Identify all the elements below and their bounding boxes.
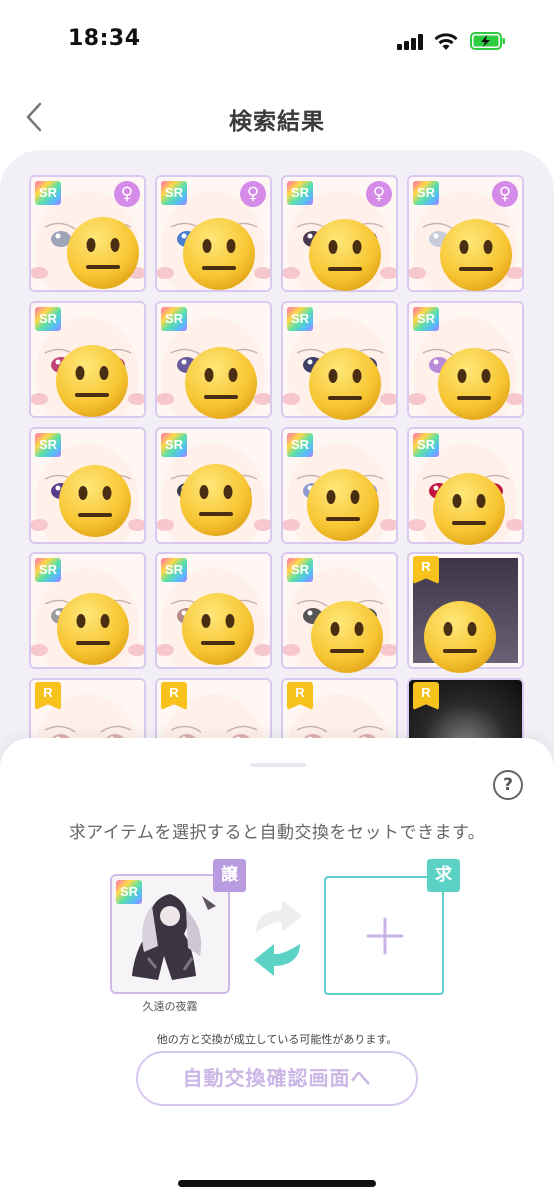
result-card[interactable]: SR [29, 427, 146, 544]
female-icon: ♀ [114, 181, 140, 207]
header: 検索結果 [0, 88, 554, 150]
rarity-badge: SR [413, 181, 439, 205]
page-title: 検索結果 [229, 109, 325, 135]
result-card[interactable]: SR [281, 552, 398, 669]
result-card[interactable]: SR ♀ [29, 175, 146, 292]
result-card[interactable]: SR [155, 427, 272, 544]
results-grid[interactable]: SR ♀ SR ♀ SR ♀ SR ♀ SR SR SR SR SR SR SR… [0, 150, 554, 770]
rarity-badge: SR [35, 433, 61, 457]
result-card[interactable]: R [407, 552, 524, 669]
notice-text: 他の方と交換が成立している可能性があります。 [156, 1033, 398, 1046]
female-icon: ♀ [492, 181, 518, 207]
rarity-badge: SR [161, 433, 187, 457]
rarity-badge: SR [287, 181, 313, 205]
result-card[interactable]: SR [155, 552, 272, 669]
battery-icon [470, 32, 505, 50]
wifi-icon [434, 33, 458, 50]
status-bar: 18:34 [0, 0, 554, 88]
rarity-badge: SR [287, 307, 313, 331]
result-card[interactable]: SR [281, 427, 398, 544]
want-tag: 求 [427, 859, 460, 892]
give-rarity-badge: SR [116, 880, 142, 904]
rarity-badge: SR [161, 307, 187, 331]
result-card[interactable]: SR [407, 427, 524, 544]
give-item-slot[interactable]: SR [110, 874, 230, 994]
help-button[interactable]: ? [493, 770, 523, 800]
home-indicator [178, 1180, 376, 1187]
drag-handle[interactable] [250, 763, 306, 767]
plus-icon [366, 917, 404, 955]
rarity-badge: SR [413, 307, 439, 331]
result-card[interactable]: SR ♀ [407, 175, 524, 292]
female-icon: ♀ [366, 181, 392, 207]
result-card[interactable]: SR ♀ [281, 175, 398, 292]
rarity-badge: SR [413, 433, 439, 457]
result-card[interactable]: SR [407, 301, 524, 418]
result-card[interactable]: SR ♀ [155, 175, 272, 292]
rarity-badge: SR [35, 307, 61, 331]
rarity-badge: SR [161, 558, 187, 582]
confirm-exchange-button[interactable]: 自動交換確認画面へ [136, 1051, 418, 1106]
result-card[interactable]: SR [29, 301, 146, 418]
result-card[interactable]: SR [155, 301, 272, 418]
rarity-badge: SR [287, 433, 313, 457]
give-tag: 譲 [213, 859, 246, 892]
auto-exchange-sheet: ? 求アイテムを選択すると自動交換をセットできます。 SR 譲 久遠の夜霧 求 … [0, 738, 554, 1200]
instruction-text: 求アイテムを選択すると自動交換をセットできます。 [68, 823, 486, 843]
rarity-badge: SR [35, 558, 61, 582]
give-item-name: 久遠の夜霧 [142, 1000, 198, 1013]
want-item-slot[interactable] [324, 876, 444, 995]
female-icon: ♀ [240, 181, 266, 207]
result-card[interactable]: SR [29, 552, 146, 669]
swap-arrows-icon [254, 900, 302, 976]
rarity-badge: SR [35, 181, 61, 205]
status-time: 18:34 [68, 26, 141, 51]
rarity-badge: SR [287, 558, 313, 582]
signal-icon [397, 34, 427, 50]
rarity-badge: SR [161, 181, 187, 205]
result-card[interactable]: SR [281, 301, 398, 418]
